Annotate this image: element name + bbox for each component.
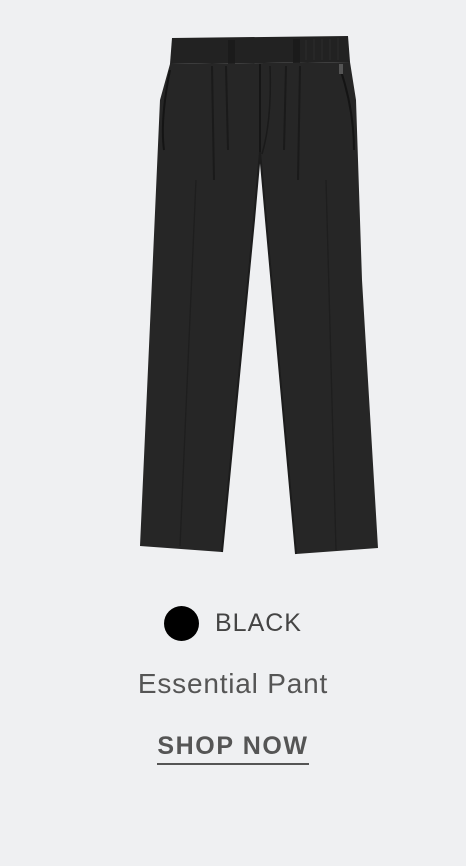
product-image[interactable]	[130, 30, 390, 564]
shop-now-container: SHOP NOW	[0, 732, 466, 765]
shop-now-link[interactable]: SHOP NOW	[157, 732, 309, 765]
color-swatch[interactable]	[164, 605, 199, 641]
product-card: BLACK Essential Pant SHOP NOW	[0, 0, 466, 866]
product-name[interactable]: Essential Pant	[0, 668, 466, 700]
color-option[interactable]: BLACK	[0, 604, 466, 642]
trousers-image	[140, 36, 378, 555]
color-name: BLACK	[215, 608, 302, 637]
